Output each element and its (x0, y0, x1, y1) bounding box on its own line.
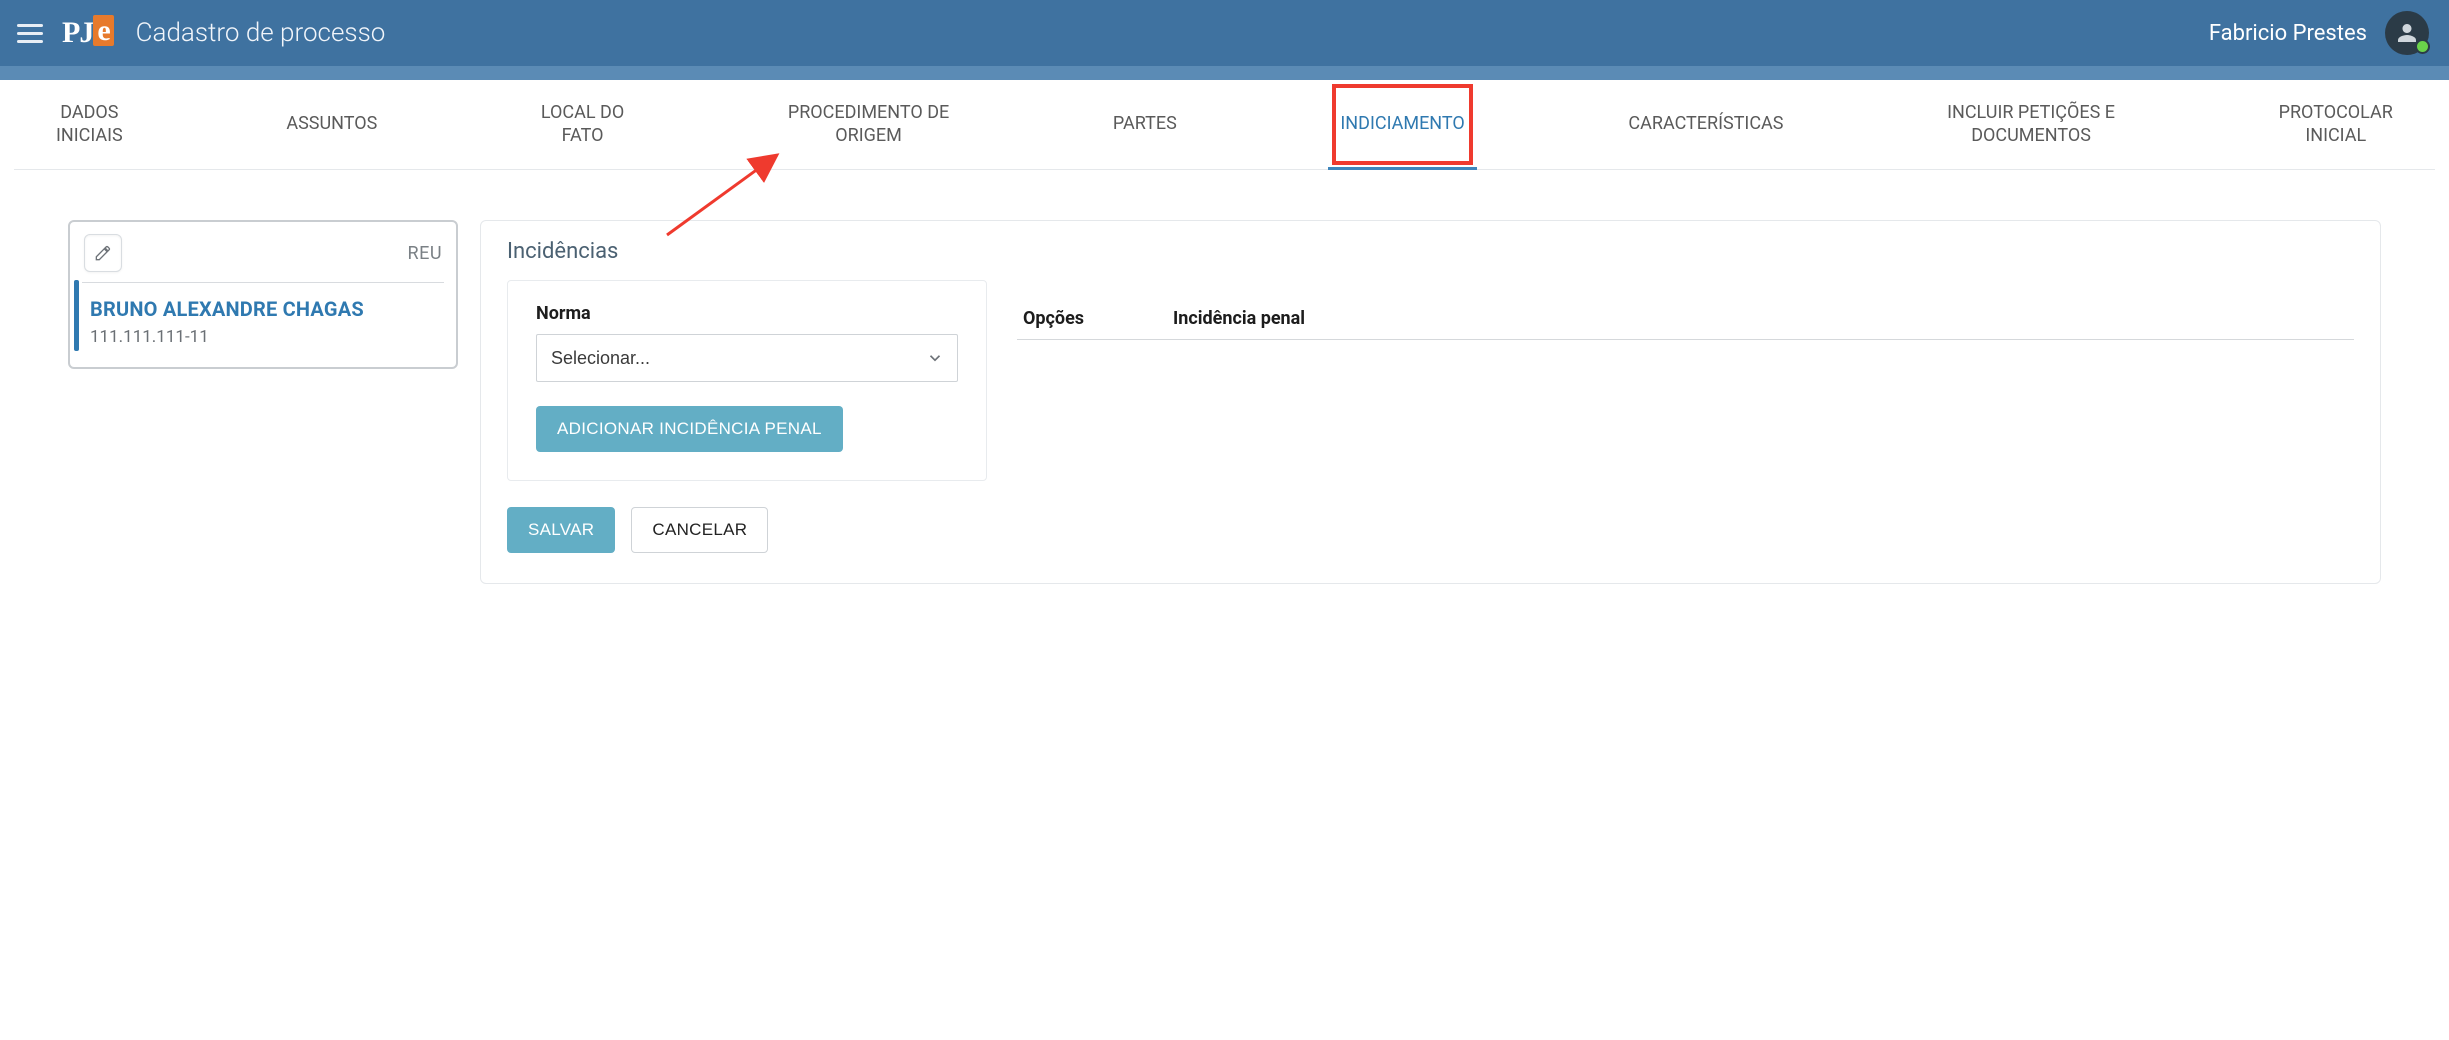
annotation-arrow-icon (662, 150, 812, 240)
tab-protocolar-inicial[interactable]: PROTOCOLAR INICIAL (2267, 80, 2405, 169)
subbar (0, 66, 2449, 80)
panel-title: Incidências (507, 239, 2354, 264)
party-card: REU BRUNO ALEXANDRE CHAGAS 111.111.111-1… (68, 220, 458, 369)
avatar[interactable] (2385, 11, 2429, 55)
divider (82, 282, 444, 283)
save-button[interactable]: SALVAR (507, 507, 615, 553)
th-options: Opções (1023, 308, 1123, 329)
tabs: DADOS INICIAIS ASSUNTOS LOCAL DO FATO PR… (14, 80, 2435, 170)
party-document: 111.111.111-11 (90, 327, 444, 347)
incidencias-table: Opções Incidência penal (1017, 280, 2354, 340)
tab-dados-iniciais[interactable]: DADOS INICIAIS (44, 80, 135, 169)
tab-partes[interactable]: PARTES (1101, 80, 1189, 169)
edit-party-button[interactable] (84, 234, 122, 272)
menu-icon[interactable] (10, 13, 50, 53)
tab-assuntos[interactable]: ASSUNTOS (274, 80, 389, 169)
tab-local-do-fato[interactable]: LOCAL DO FATO (529, 80, 636, 169)
th-incidencia: Incidência penal (1173, 308, 1305, 329)
pencil-icon (93, 243, 113, 263)
user-name[interactable]: Fabricio Prestes (2209, 21, 2367, 46)
incidencias-panel: Incidências Norma Selecionar... (480, 220, 2381, 584)
party-name[interactable]: BRUNO ALEXANDRE CHAGAS (90, 297, 444, 321)
tab-incluir-peticoes[interactable]: INCLUIR PETIÇÕES E DOCUMENTOS (1935, 80, 2127, 169)
app-logo[interactable]: PJe (62, 16, 114, 50)
norma-form: Norma Selecionar... ADICIONAR INCIDÊNCIA… (507, 280, 987, 481)
add-incidencia-button[interactable]: ADICIONAR INCIDÊNCIA PENAL (536, 406, 843, 452)
norma-select[interactable]: Selecionar... (536, 334, 958, 382)
norma-label: Norma (536, 303, 958, 324)
tab-indiciamento[interactable]: INDICIAMENTO (1328, 80, 1476, 169)
cancel-button[interactable]: CANCELAR (631, 507, 768, 553)
page-title: Cadastro de processo (136, 18, 386, 48)
status-online-icon (2415, 39, 2430, 54)
tab-caracteristicas[interactable]: CARACTERÍSTICAS (1616, 80, 1795, 169)
topbar: PJe Cadastro de processo Fabricio Preste… (0, 0, 2449, 66)
party-role-tag: REU (408, 243, 443, 264)
